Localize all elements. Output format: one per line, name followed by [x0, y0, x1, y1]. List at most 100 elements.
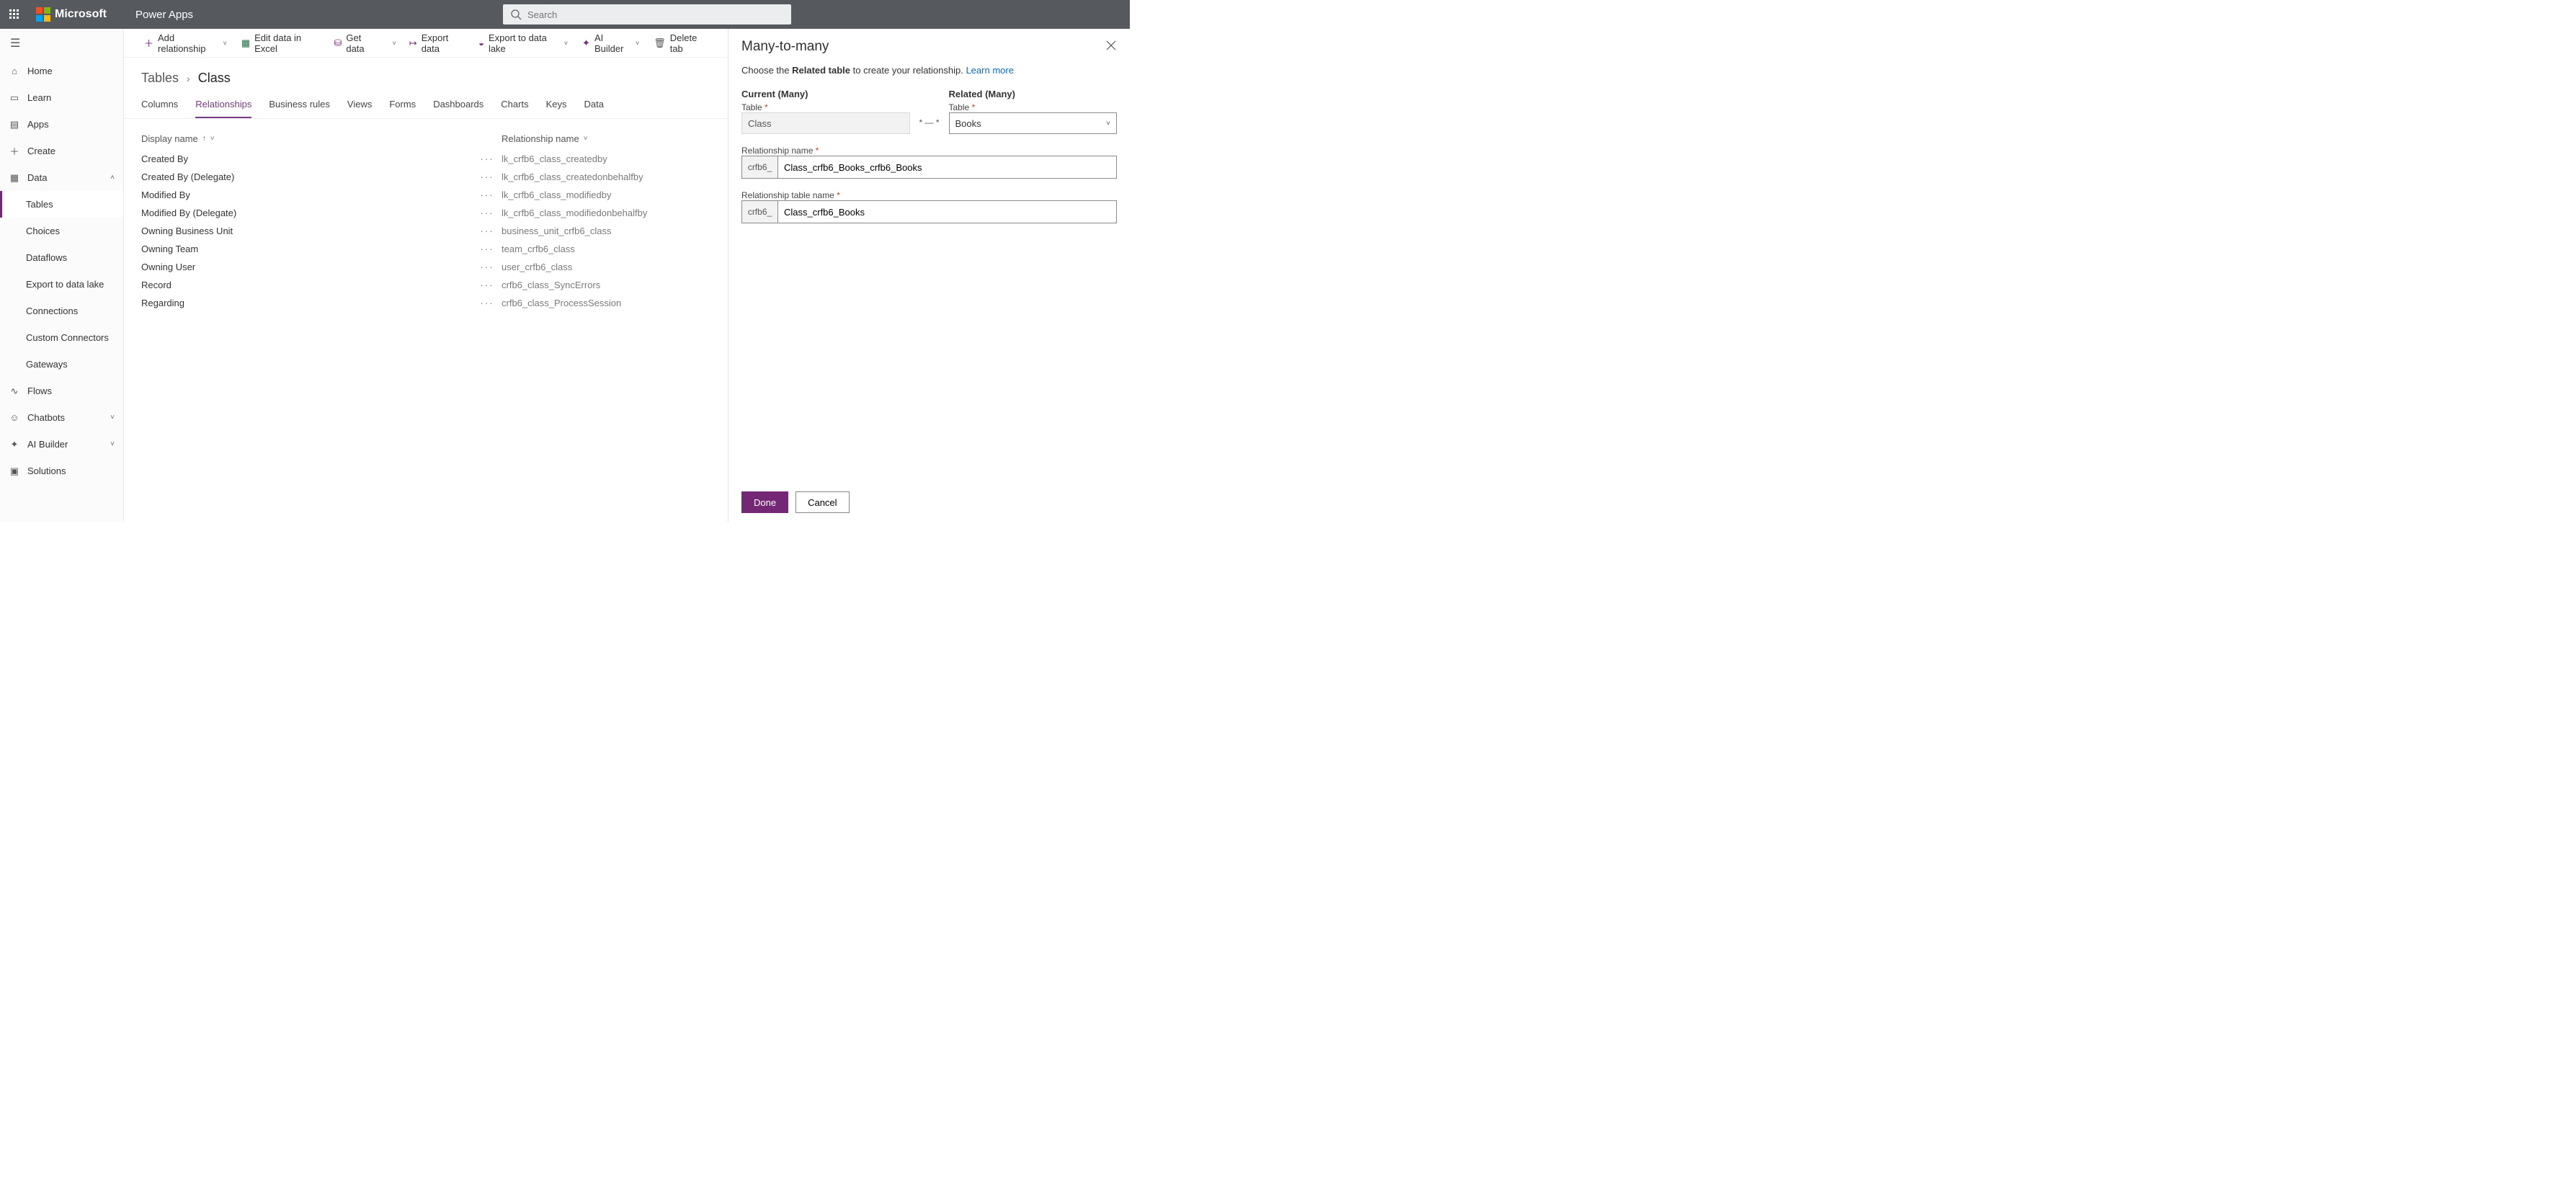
search-input[interactable]	[527, 9, 784, 20]
hamburger-icon[interactable]: ☰	[0, 29, 123, 58]
sidebar-item-create[interactable]: ＋ Create	[0, 138, 123, 164]
plus-icon: ＋	[9, 144, 20, 158]
row-more-button[interactable]: ···	[473, 153, 502, 164]
col-relationship-name[interactable]: Relationship name ˅	[502, 133, 728, 144]
cancel-button[interactable]: Cancel	[795, 491, 849, 513]
top-bar: Microsoft Power Apps	[0, 0, 1130, 29]
cmd-label: AI Builder	[594, 32, 630, 54]
many-to-many-indicator: * — *	[917, 89, 942, 128]
sidebar-item-custom-connectors[interactable]: Custom Connectors	[0, 324, 123, 351]
sidebar-item-flows[interactable]: ∿ Flows	[0, 378, 123, 404]
sidebar-item-apps[interactable]: ▤ Apps	[0, 111, 123, 138]
sidebar-item-dataflows[interactable]: Dataflows	[0, 244, 123, 271]
tab-dashboards[interactable]: Dashboards	[433, 94, 483, 118]
sidebar-item-label: Tables	[26, 199, 53, 210]
relname-input[interactable]	[777, 156, 1117, 179]
chevron-down-icon: ˅	[564, 40, 568, 47]
row-relationship-name: lk_crfb6_class_createdby	[502, 153, 607, 164]
sidebar-item-label: Export to data lake	[26, 279, 104, 290]
plus-icon: ＋	[144, 36, 153, 50]
tab-data[interactable]: Data	[584, 94, 604, 118]
learn-more-link[interactable]: Learn more	[966, 65, 1013, 76]
sidebar-item-choices[interactable]: Choices	[0, 218, 123, 244]
row-more-button[interactable]: ···	[473, 280, 502, 290]
lake-icon: ◒	[478, 37, 484, 48]
sidebar-item-gateways[interactable]: Gateways	[0, 351, 123, 378]
table-row[interactable]: Owning Business Unit···business_unit_crf…	[141, 222, 728, 240]
relname-label: Relationship name *	[741, 146, 1117, 156]
sidebar-item-home[interactable]: ⌂ Home	[0, 58, 123, 84]
chevron-down-icon: ˅	[584, 135, 588, 143]
related-table-select[interactable]: Books ˅	[949, 112, 1118, 134]
add-relationship-button[interactable]: ＋ Add relationship ˅	[138, 32, 233, 55]
tab-keys[interactable]: Keys	[546, 94, 567, 118]
table-row[interactable]: Modified By (Delegate)···lk_crfb6_class_…	[141, 204, 728, 222]
tab-columns[interactable]: Columns	[141, 94, 178, 118]
delete-table-button[interactable]: 🗑 Delete tab	[648, 32, 713, 55]
apps-icon: ▤	[9, 119, 20, 130]
table-row[interactable]: Record···crfb6_class_SyncErrors	[141, 276, 728, 294]
tab-forms[interactable]: Forms	[389, 94, 416, 118]
sidebar-item-label: Choices	[26, 226, 60, 236]
table-row[interactable]: Owning User···user_crfb6_class	[141, 258, 728, 276]
related-heading: Related (Many)	[949, 89, 1118, 99]
database-icon: ⛁	[334, 37, 342, 49]
brand-label: Microsoft	[55, 8, 107, 21]
sidebar-item-export-lake[interactable]: Export to data lake	[0, 271, 123, 298]
tab-views[interactable]: Views	[347, 94, 372, 118]
search-box[interactable]	[503, 4, 791, 24]
get-data-button[interactable]: ⛁ Get data	[328, 32, 383, 55]
microsoft-logo[interactable]: Microsoft	[29, 7, 114, 22]
sidebar-item-chatbots[interactable]: ☺ Chatbots ˅	[0, 404, 123, 431]
row-more-button[interactable]: ···	[473, 208, 502, 218]
breadcrumb-root[interactable]: Tables	[141, 71, 179, 85]
tab-business-rules[interactable]: Business rules	[269, 94, 330, 118]
row-display-name: Record	[141, 280, 171, 290]
book-icon: ▭	[9, 92, 20, 104]
row-display-name: Owning User	[141, 262, 195, 272]
table-row[interactable]: Owning Team···team_crfb6_class	[141, 240, 728, 258]
sidebar-item-label: Apps	[27, 119, 49, 130]
reltablename-label: Relationship table name *	[741, 190, 1117, 200]
sidebar-item-label: Connections	[26, 306, 78, 316]
row-display-name: Modified By	[141, 190, 190, 200]
sidebar-item-tables[interactable]: Tables	[0, 191, 123, 218]
table-row[interactable]: Modified By···lk_crfb6_class_modifiedby	[141, 186, 728, 204]
app-launcher-icon[interactable]	[0, 0, 29, 29]
tabs: Columns Relationships Business rules Vie…	[124, 90, 728, 119]
get-data-dropdown[interactable]: ˅	[387, 32, 401, 55]
export-lake-button[interactable]: ◒ Export to data lake ˅	[473, 32, 574, 55]
table-row[interactable]: Created By···lk_crfb6_class_createdby	[141, 150, 728, 168]
row-more-button[interactable]: ···	[473, 226, 502, 236]
edit-excel-button[interactable]: ▦ Edit data in Excel	[236, 32, 326, 55]
sidebar-item-learn[interactable]: ▭ Learn	[0, 84, 123, 111]
table-row[interactable]: Created By (Delegate)···lk_crfb6_class_c…	[141, 168, 728, 186]
close-button[interactable]	[1105, 40, 1117, 55]
done-button[interactable]: Done	[741, 491, 788, 513]
sidebar-item-solutions[interactable]: ▣ Solutions	[0, 458, 123, 484]
table-row[interactable]: Regarding···crfb6_class_ProcessSession	[141, 294, 728, 312]
cmd-label: Delete tab	[670, 32, 708, 54]
chevron-down-icon: ˅	[223, 40, 227, 47]
row-more-button[interactable]: ···	[473, 190, 502, 200]
col-display-name[interactable]: Display name ↑ ˅	[141, 133, 473, 144]
excel-icon: ▦	[241, 37, 250, 49]
sidebar-item-label: Chatbots	[27, 412, 65, 423]
sidebar-item-connections[interactable]: Connections	[0, 298, 123, 324]
tab-charts[interactable]: Charts	[501, 94, 528, 118]
row-more-button[interactable]: ···	[473, 171, 502, 182]
sidebar: ☰ ⌂ Home ▭ Learn ▤ Apps ＋ Create ▦ Data …	[0, 29, 124, 522]
sidebar-item-aibuilder[interactable]: ✦ AI Builder ˅	[0, 431, 123, 458]
row-more-button[interactable]: ···	[473, 244, 502, 254]
ai-builder-button[interactable]: ✦ AI Builder ˅	[576, 32, 645, 55]
row-more-button[interactable]: ···	[473, 298, 502, 308]
reltablename-input[interactable]	[777, 200, 1117, 223]
row-display-name: Owning Business Unit	[141, 226, 233, 236]
sidebar-item-data[interactable]: ▦ Data ˄	[0, 164, 123, 191]
export-data-button[interactable]: ↦ Export data	[404, 32, 470, 55]
related-table-value: Books	[955, 118, 1107, 129]
sidebar-item-label: Solutions	[27, 465, 66, 476]
home-icon: ⌂	[9, 66, 20, 76]
row-more-button[interactable]: ···	[473, 262, 502, 272]
tab-relationships[interactable]: Relationships	[195, 94, 251, 118]
